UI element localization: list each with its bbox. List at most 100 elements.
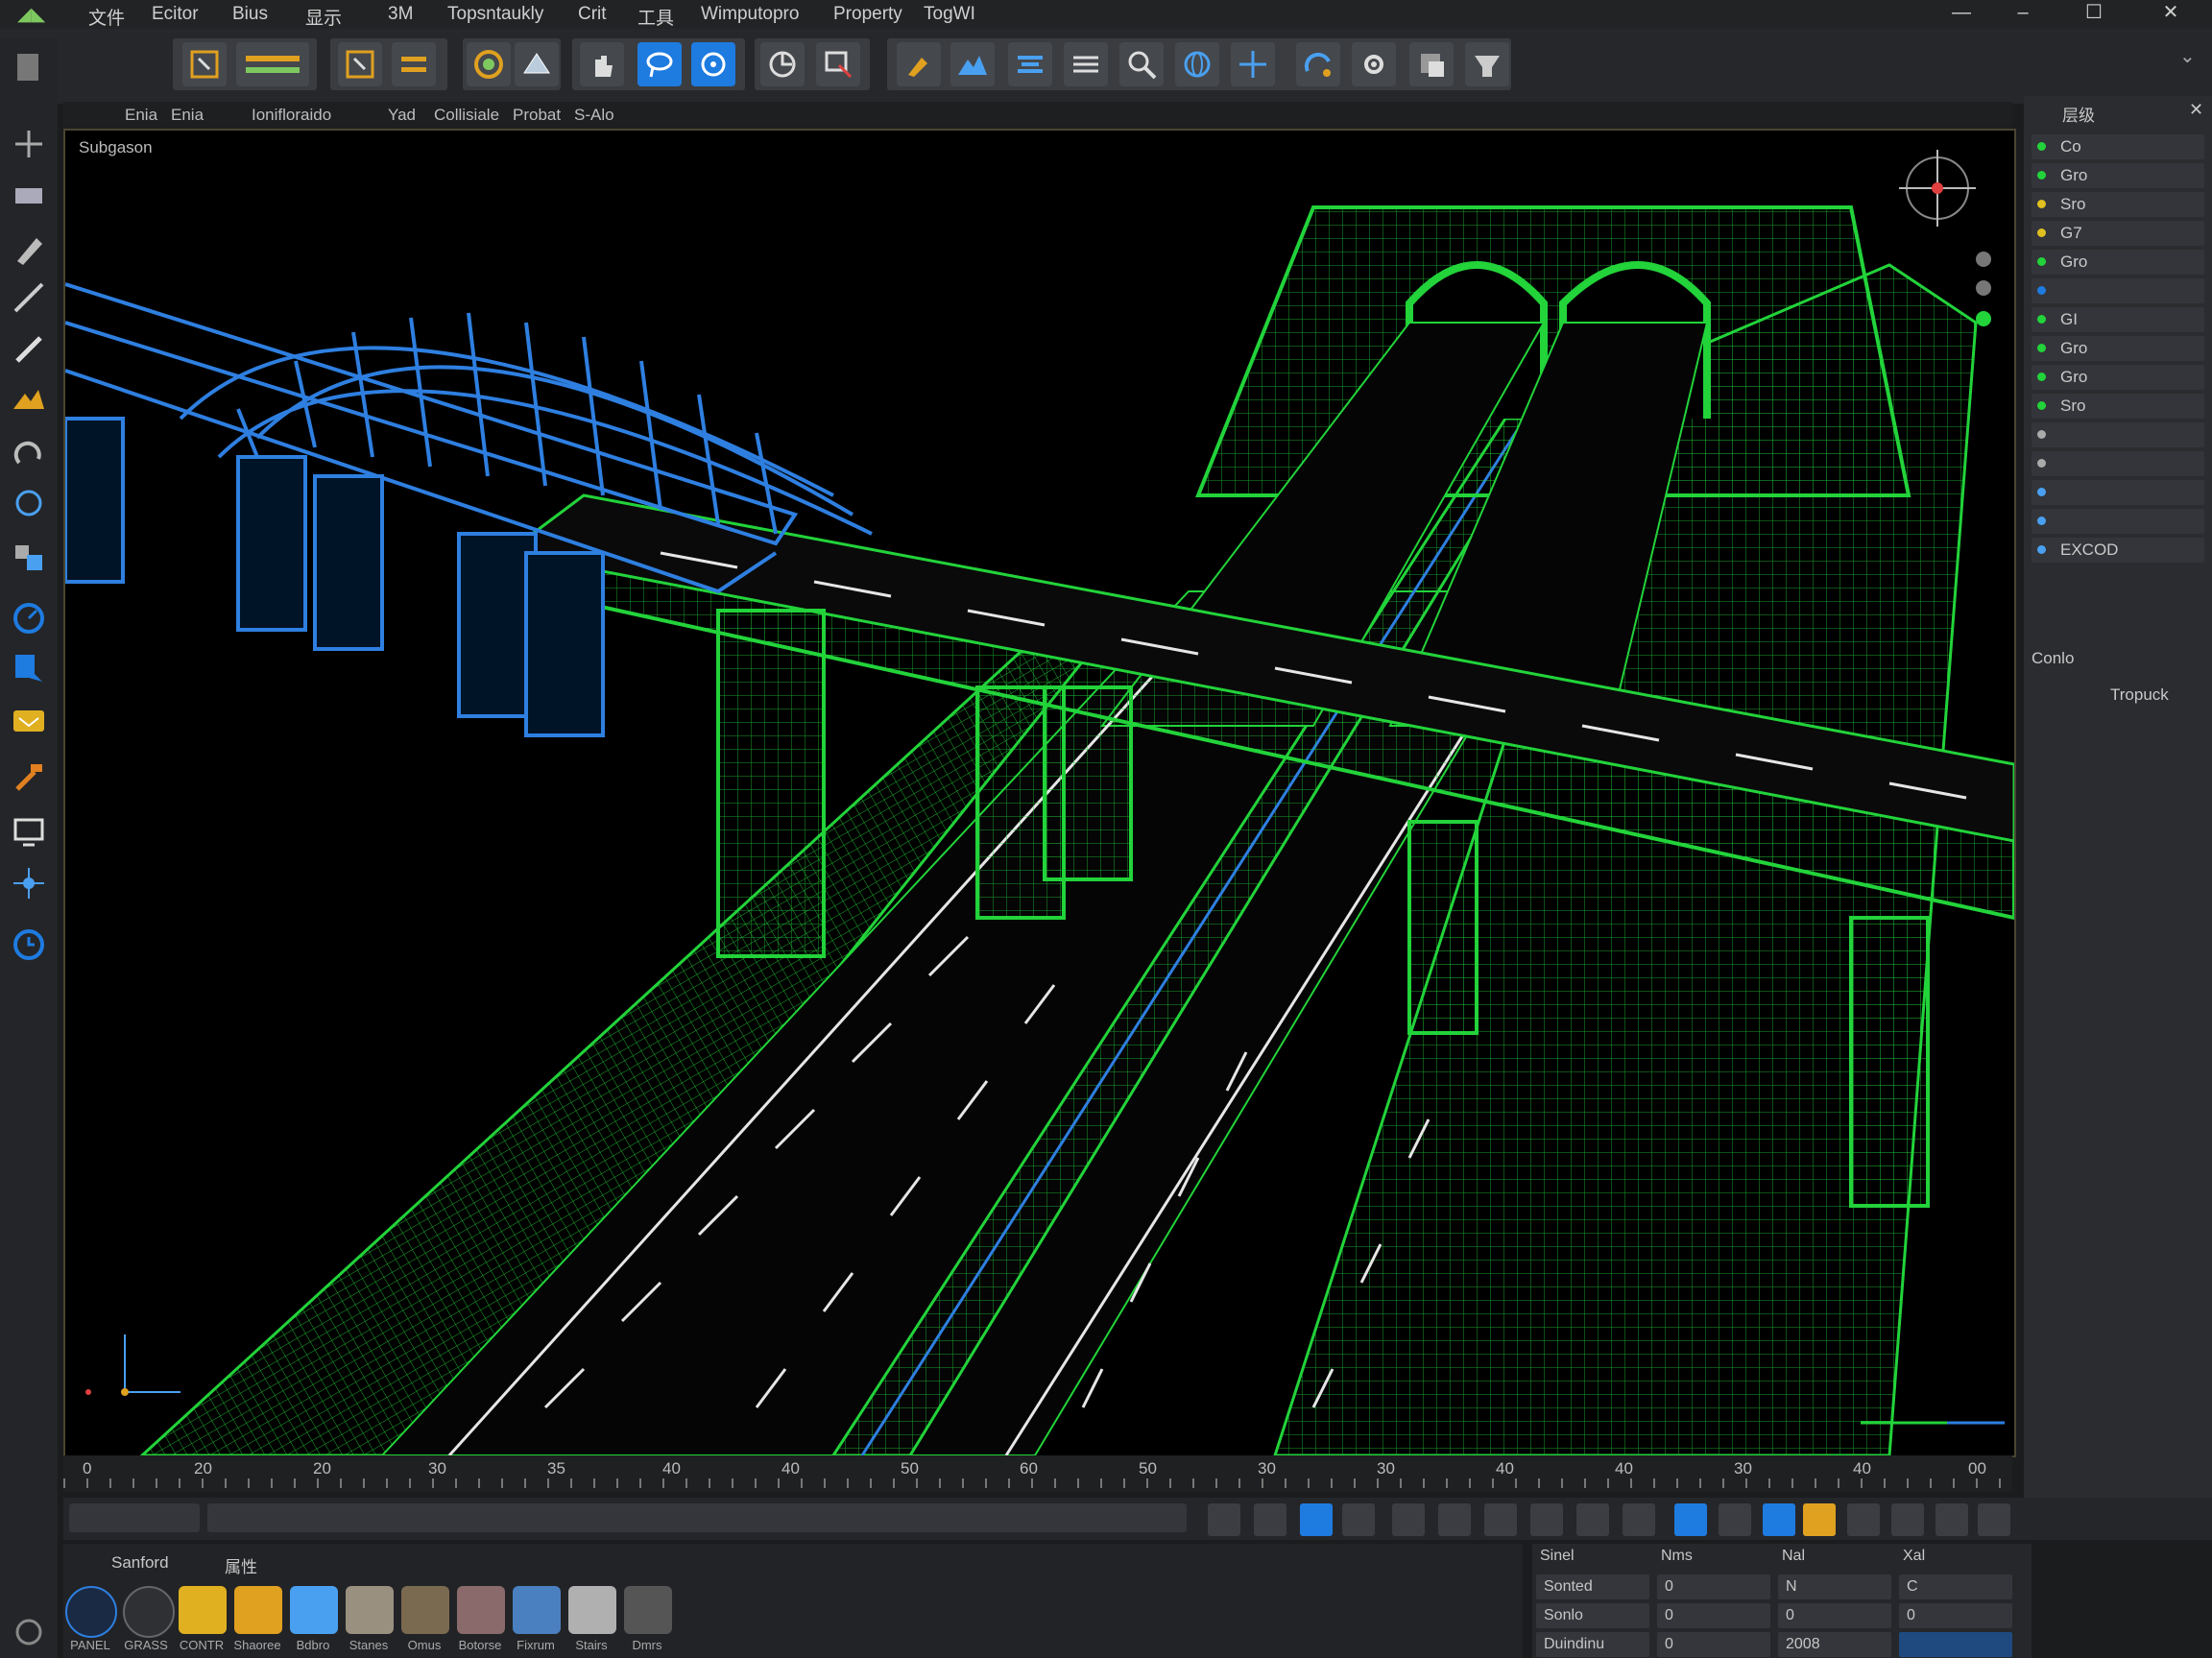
prop-cell[interactable]: 0: [1657, 1632, 1770, 1657]
knife-tool-icon[interactable]: [10, 278, 48, 317]
minimize-icon[interactable]: —: [1928, 0, 1995, 29]
menu-crit[interactable]: Crit: [578, 4, 607, 25]
menu-display[interactable]: 显示: [305, 4, 342, 30]
menu-property[interactable]: Property: [833, 4, 902, 25]
panel-close-icon[interactable]: ✕: [2189, 100, 2203, 120]
close-icon[interactable]: ✕: [2137, 0, 2204, 29]
layer-row-10[interactable]: Sro: [2032, 394, 2204, 419]
align-icon[interactable]: [1008, 42, 1052, 86]
transform-tool-icon[interactable]: [10, 864, 48, 902]
material-swatch[interactable]: [513, 1586, 561, 1634]
layer-bars-icon[interactable]: [236, 42, 309, 86]
prop-cell[interactable]: 0: [1657, 1603, 1770, 1628]
panel-dropdown[interactable]: Tropuck: [2110, 685, 2169, 705]
layer-row-6[interactable]: [2032, 278, 2204, 303]
orbit-icon[interactable]: [760, 42, 805, 86]
menu-file[interactable]: 文件: [88, 4, 125, 30]
material-swatch[interactable]: [568, 1586, 616, 1634]
layer-row-3[interactable]: Sro: [2032, 192, 2204, 217]
material-swatch[interactable]: [290, 1586, 338, 1634]
pencil-tool-icon[interactable]: [10, 230, 48, 269]
next-key-icon[interactable]: [1763, 1503, 1795, 1536]
undo-icon[interactable]: [1254, 1503, 1286, 1536]
brush-icon[interactable]: [897, 42, 941, 86]
render-icon[interactable]: [1936, 1503, 1968, 1536]
record-icon[interactable]: [1803, 1503, 1836, 1536]
rotate-tool-icon[interactable]: [10, 436, 48, 474]
viewport-tab-1[interactable]: Enia: [125, 106, 157, 125]
viewport-tab-7[interactable]: S-Alo: [574, 106, 614, 125]
prop-cell[interactable]: Sonlo: [1536, 1603, 1649, 1628]
link-icon[interactable]: [1623, 1503, 1655, 1536]
layer-row-11[interactable]: [2032, 422, 2204, 447]
viewport-tab-5[interactable]: Collisiale: [434, 106, 499, 125]
restore-icon[interactable]: –: [1989, 0, 2056, 29]
menu-wimputopro[interactable]: Wimputopro: [701, 4, 799, 25]
menu-togwi[interactable]: TogWI: [924, 4, 975, 25]
menu-editor[interactable]: Ecitor: [152, 4, 199, 25]
viewport-tab-2[interactable]: Enia: [171, 106, 204, 125]
arrow-icon[interactable]: [1392, 1503, 1425, 1536]
layer-row-7[interactable]: GI: [2032, 307, 2204, 332]
prop-cell[interactable]: [1899, 1632, 2012, 1657]
stop-icon[interactable]: [1438, 1503, 1471, 1536]
layer-row-8[interactable]: Gro: [2032, 336, 2204, 361]
history-tool-icon[interactable]: [10, 1613, 48, 1651]
screen-icon[interactable]: [1978, 1503, 2010, 1536]
material-swatch[interactable]: [624, 1586, 672, 1634]
check-icon[interactable]: [1342, 1503, 1375, 1536]
material-icon[interactable]: [1409, 42, 1454, 86]
timeline-scrubber[interactable]: [207, 1503, 1187, 1532]
select-tool-icon[interactable]: [10, 48, 48, 86]
material-swatch[interactable]: [123, 1586, 175, 1638]
time-tool-icon[interactable]: [10, 925, 48, 964]
layer-row-13[interactable]: [2032, 480, 2204, 505]
frame-dropdown[interactable]: [69, 1503, 200, 1532]
layers-icon[interactable]: [392, 42, 436, 86]
hand-tool-icon[interactable]: [580, 42, 624, 86]
prop-cell[interactable]: N: [1778, 1574, 1891, 1599]
3d-viewport[interactable]: Subgason: [63, 129, 2016, 1457]
perspective-icon[interactable]: [515, 42, 559, 86]
select-frame2-icon[interactable]: [338, 42, 382, 86]
prop-cell[interactable]: C: [1899, 1574, 2012, 1599]
sync-icon[interactable]: [1847, 1503, 1880, 1536]
material-swatch[interactable]: [179, 1586, 227, 1634]
shape-tool-icon[interactable]: [10, 649, 48, 687]
paint-tool-icon[interactable]: [10, 177, 48, 215]
maximize-icon[interactable]: ☐: [2060, 0, 2128, 29]
snap-toggle-icon[interactable]: [1530, 1503, 1563, 1536]
distribute-icon[interactable]: [1064, 42, 1108, 86]
material-swatch[interactable]: [234, 1586, 282, 1634]
zoom-icon[interactable]: [1119, 42, 1164, 86]
prop-cell[interactable]: Sonted: [1536, 1574, 1649, 1599]
select-frame-icon[interactable]: [182, 42, 227, 86]
export-icon[interactable]: [1465, 42, 1509, 86]
prop-cell[interactable]: Duindinu: [1536, 1632, 1649, 1657]
material-swatch[interactable]: [346, 1586, 394, 1634]
menu-topsntaukly[interactable]: Topsntaukly: [447, 4, 543, 25]
viewport-tab-4[interactable]: Yad: [388, 106, 416, 125]
toolbar-chevron-icon[interactable]: ⌄: [2179, 44, 2196, 68]
render-frame-icon[interactable]: [816, 42, 860, 86]
settings-icon[interactable]: [1352, 42, 1396, 86]
layer-row-2[interactable]: Gro: [2032, 163, 2204, 188]
snap-icon[interactable]: [1296, 42, 1340, 86]
layer-row-1[interactable]: Co: [2032, 134, 2204, 159]
line-tool-icon[interactable]: [10, 330, 48, 369]
material-swatch[interactable]: [457, 1586, 505, 1634]
paint-select-icon[interactable]: [691, 42, 735, 86]
viewport-tab-6[interactable]: Probat: [513, 106, 561, 125]
prop-cell[interactable]: 0: [1899, 1603, 2012, 1628]
prop-cell[interactable]: 2008: [1778, 1632, 1891, 1657]
globe-icon[interactable]: [1175, 42, 1219, 86]
layer-row-14[interactable]: [2032, 509, 2204, 534]
menu-3m[interactable]: 3M: [388, 4, 413, 25]
lasso-select-icon[interactable]: [637, 42, 682, 86]
folder-tool-icon[interactable]: [10, 701, 48, 739]
hammer-tool-icon[interactable]: [10, 758, 48, 797]
close-key-icon[interactable]: [1719, 1503, 1751, 1536]
layer-row-5[interactable]: Gro: [2032, 250, 2204, 275]
rotate-gizmo-icon[interactable]: [467, 42, 511, 86]
camera-icon[interactable]: [1891, 1503, 1924, 1536]
